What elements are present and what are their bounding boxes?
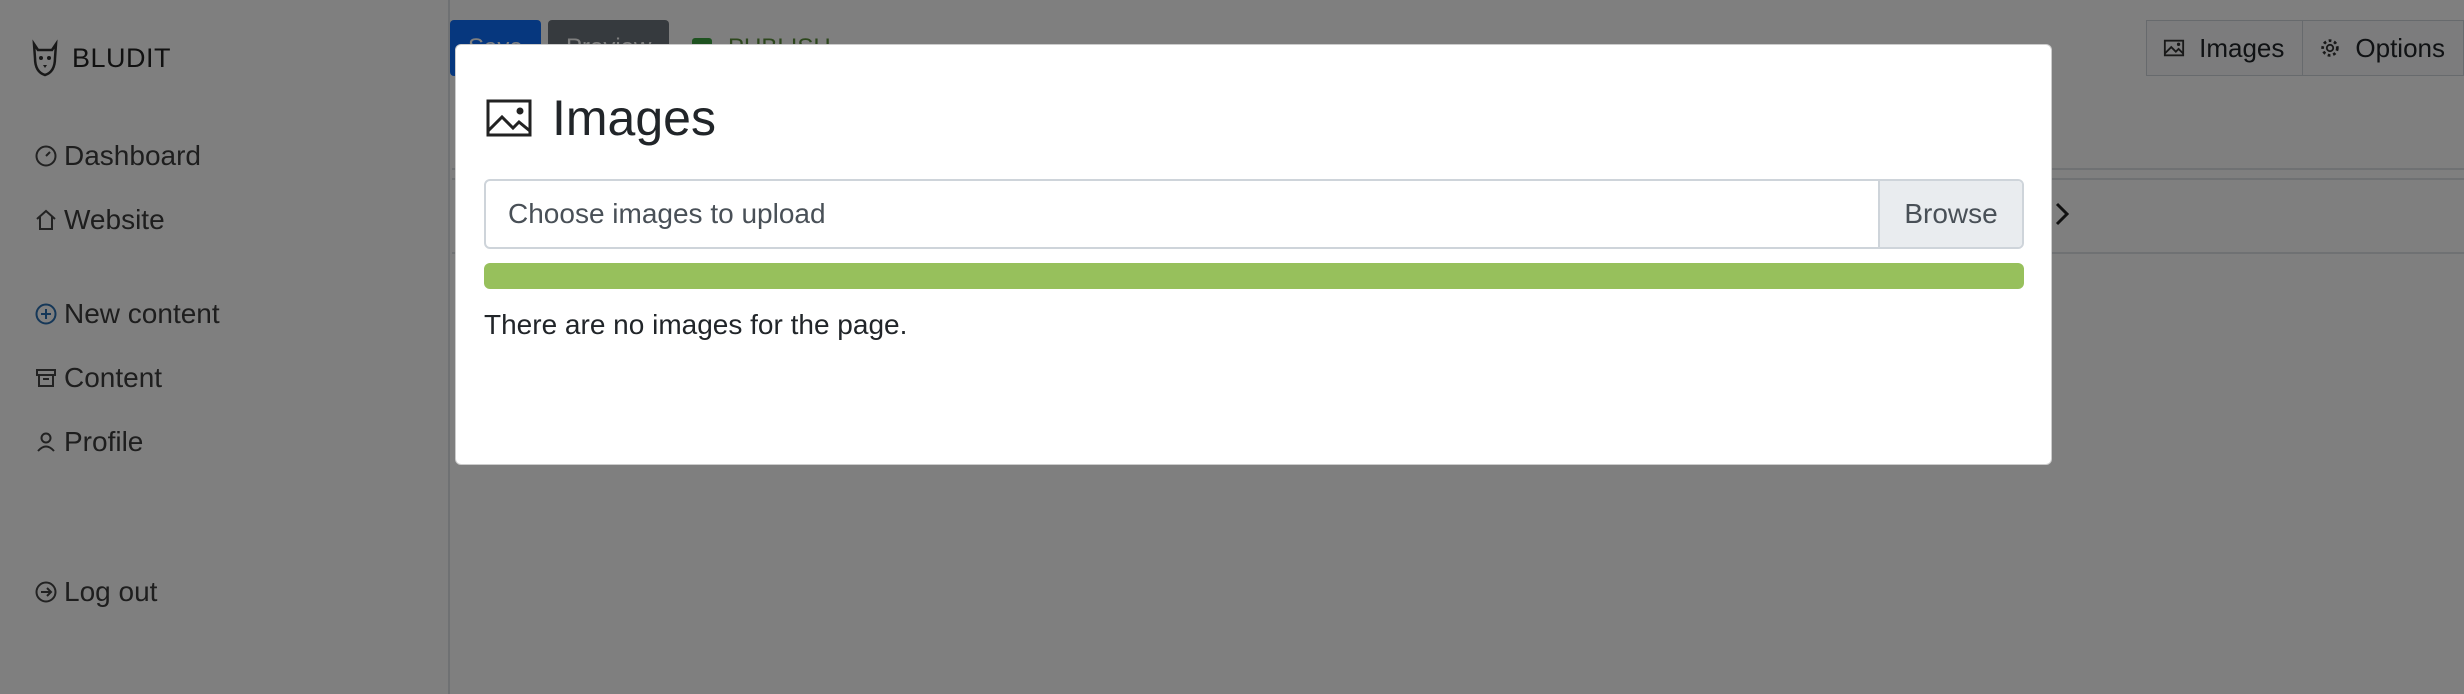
file-upload-label[interactable]: Choose images to upload (486, 181, 1878, 247)
browse-button[interactable]: Browse (1878, 181, 2022, 247)
file-upload-field[interactable]: Choose images to upload Browse (484, 179, 2024, 249)
empty-images-message: There are no images for the page. (484, 309, 908, 340)
modal-title-text: Images (552, 90, 716, 146)
images-modal: Images Choose images to upload Browse Th… (455, 44, 2052, 465)
modal-title: Images (486, 89, 716, 147)
upload-progress (484, 263, 2024, 289)
image-icon (486, 99, 532, 137)
upload-progress-bar (484, 263, 2024, 289)
